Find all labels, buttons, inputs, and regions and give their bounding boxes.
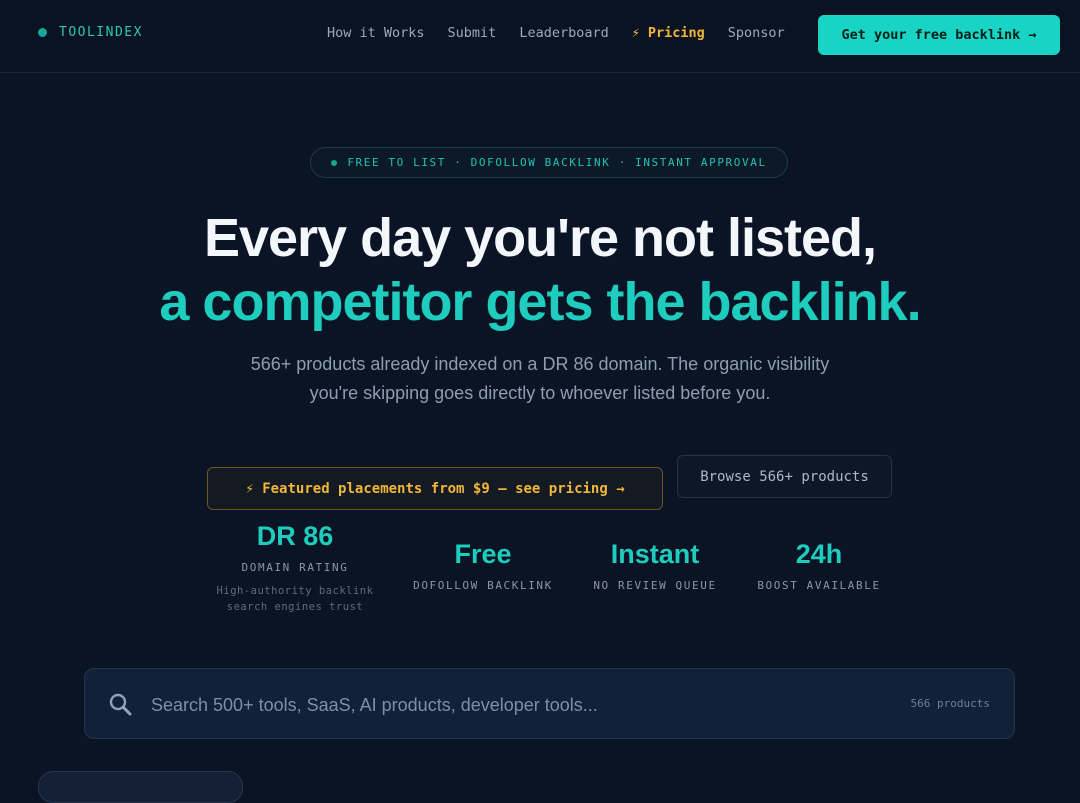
filter-chip[interactable] bbox=[38, 771, 243, 803]
stat-value: Free bbox=[454, 539, 512, 569]
nav-links: How it Works Submit Leaderboard ⚡ Pricing… bbox=[327, 25, 808, 41]
stat-no-review-queue: Instant NO REVIEW QUEUE bbox=[580, 538, 730, 592]
brand-dot-icon bbox=[38, 28, 47, 37]
product-count: 566 products bbox=[910, 697, 990, 710]
stat-dofollow-backlink: Free DOFOLLOW BACKLINK bbox=[403, 538, 563, 592]
search-input[interactable] bbox=[149, 687, 853, 723]
stat-value: Instant bbox=[610, 539, 700, 569]
hero-badge-text: FREE TO LIST · DOFOLLOW BACKLINK · INSTA… bbox=[347, 156, 767, 169]
top-nav: TOOLINDEX How it Works Submit Leaderboar… bbox=[0, 0, 1080, 73]
search-icon bbox=[109, 693, 132, 716]
search-bar: 566 products bbox=[84, 668, 1015, 739]
stat-label: DOFOLLOW BACKLINK bbox=[413, 579, 553, 592]
nav-link-pricing[interactable]: ⚡ Pricing bbox=[632, 25, 705, 41]
nav-link-how-it-works[interactable]: How it Works bbox=[327, 25, 425, 41]
brand-name: TOOLINDEX bbox=[59, 25, 143, 40]
stat-boost-available: 24h BOOST AVAILABLE bbox=[745, 538, 893, 592]
headline-line-2: a competitor gets the backlink. bbox=[159, 272, 921, 332]
hero-badge: FREE TO LIST · DOFOLLOW BACKLINK · INSTA… bbox=[310, 147, 788, 178]
badge-dot-icon bbox=[331, 159, 338, 166]
stat-value: DR 86 bbox=[256, 521, 334, 551]
stat-value: 24h bbox=[795, 539, 843, 569]
get-free-backlink-button[interactable]: Get your free backlink → bbox=[818, 15, 1060, 55]
nav-link-submit[interactable]: Submit bbox=[448, 25, 497, 41]
browse-products-button[interactable]: Browse 566+ products bbox=[677, 455, 892, 498]
featured-placements-button[interactable]: ⚡ Featured placements from $9 — see pric… bbox=[207, 467, 663, 510]
subheadline-line-1: 566+ products already indexed on a DR 86… bbox=[250, 354, 830, 374]
stat-label: DOMAIN RATING bbox=[241, 561, 349, 574]
stat-description-line-1: High-authority backlink bbox=[216, 585, 374, 597]
stat-description: High-authority backlink search engines t… bbox=[195, 583, 395, 615]
subheadline-line-2: you're skipping goes directly to whoever… bbox=[309, 383, 771, 403]
nav-link-leaderboard[interactable]: Leaderboard bbox=[519, 25, 608, 41]
brand-logo[interactable]: TOOLINDEX bbox=[38, 25, 143, 40]
pricing-label: Pricing bbox=[647, 25, 705, 41]
stat-label: BOOST AVAILABLE bbox=[757, 579, 881, 592]
stat-label: NO REVIEW QUEUE bbox=[593, 579, 717, 592]
lightning-icon: ⚡ bbox=[631, 25, 640, 41]
nav-link-sponsor[interactable]: Sponsor bbox=[728, 25, 785, 41]
stat-domain-rating: DR 86 DOMAIN RATING High-authority backl… bbox=[195, 520, 395, 615]
headline-line-1: Every day you're not listed, bbox=[203, 208, 877, 268]
stat-description-line-2: search engines trust bbox=[226, 601, 364, 613]
